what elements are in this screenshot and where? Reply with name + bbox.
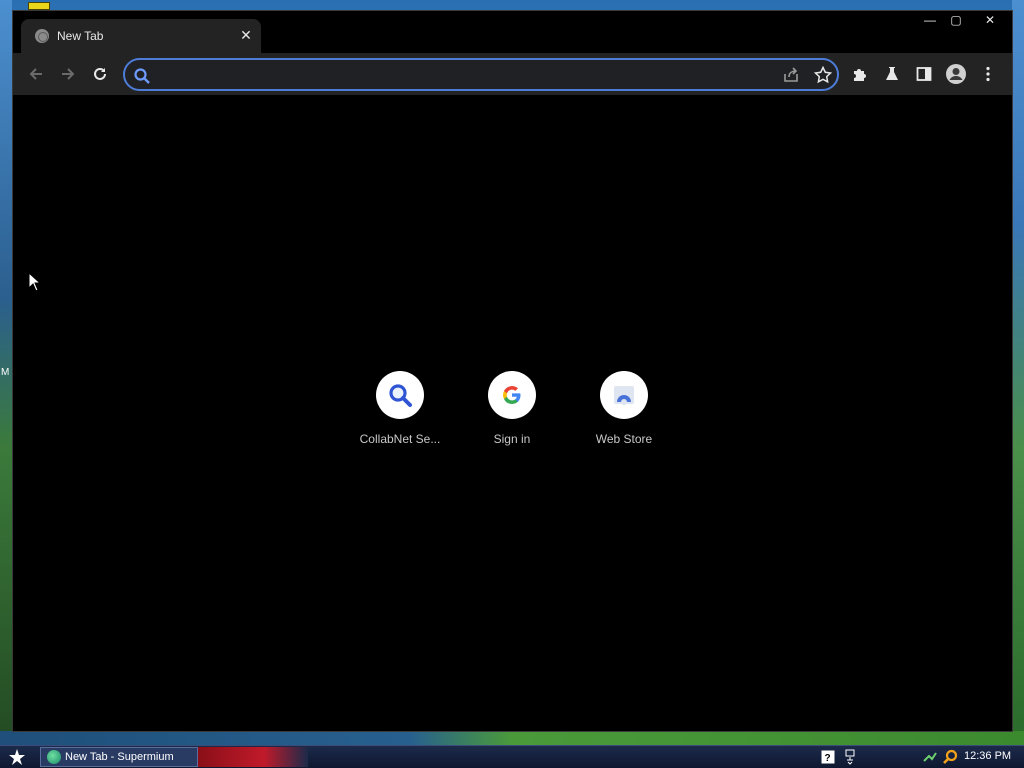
taskbar-item-browser[interactable]: New Tab - Supermium [40, 747, 198, 767]
close-window-button[interactable]: ✕ [975, 11, 1005, 31]
side-panel-icon [916, 67, 932, 81]
help-icon[interactable]: ? [820, 749, 836, 765]
desktop-edge-letter: M [1, 367, 10, 378]
shortcut-tile[interactable] [488, 371, 536, 419]
shortcut-label: CollabNet Se... [359, 432, 441, 446]
share-icon[interactable] [781, 65, 801, 85]
mouse-cursor-icon [28, 272, 42, 292]
arrow-right-icon [62, 68, 75, 80]
magnifier-icon [389, 384, 412, 407]
shortcut-label: Sign in [493, 432, 531, 446]
search-icon [134, 68, 150, 84]
browser-window: New Tab ✕ — ▢ ✕ CollabNet Se... Sign in … [12, 10, 1013, 732]
kebab-menu-icon [986, 66, 990, 82]
back-button[interactable] [23, 61, 49, 87]
google-g-icon [503, 386, 521, 404]
taskbar-wallpaper-strip [198, 747, 308, 767]
maximize-button[interactable]: ▢ [943, 11, 969, 31]
address-input[interactable] [155, 64, 775, 86]
puzzle-icon [854, 69, 866, 81]
desktop-icon[interactable] [28, 2, 50, 10]
profile-button[interactable] [943, 61, 969, 87]
shortcut-label: Web Store [595, 432, 653, 446]
tray-search-icon[interactable] [942, 749, 958, 765]
taskbar-item-label: New Tab - Supermium [65, 751, 174, 763]
desktop-wallpaper-right [1012, 0, 1024, 745]
reload-icon [94, 67, 106, 80]
tab-new-tab[interactable]: New Tab ✕ [21, 19, 261, 53]
start-button[interactable] [6, 747, 28, 767]
toolbar [13, 53, 1012, 95]
bookmark-star-icon[interactable] [813, 65, 833, 85]
network-icon[interactable] [842, 749, 858, 765]
tab-title: New Tab [57, 29, 104, 43]
tray-arrows-icon[interactable] [922, 749, 938, 765]
labs-button[interactable] [879, 61, 905, 87]
desktop-wallpaper-bottom [0, 731, 1024, 745]
shortcut-web-store[interactable]: Web Store [576, 371, 672, 451]
menu-button[interactable] [975, 61, 1001, 87]
system-clock[interactable]: 12:36 PM [964, 750, 1011, 762]
svg-text:?: ? [825, 753, 831, 764]
arrow-left-icon [29, 68, 42, 80]
tab-close-icon[interactable]: ✕ [237, 26, 255, 44]
minimize-button[interactable]: — [917, 11, 943, 31]
new-tab-page: CollabNet Se... Sign in Web Store [13, 95, 1012, 731]
extensions-button[interactable] [847, 61, 873, 87]
taskbar: New Tab - Supermium ? 12:36 PM [0, 745, 1024, 768]
shortcut-sign-in[interactable]: Sign in [464, 371, 560, 451]
profile-icon [946, 64, 966, 84]
globe-icon [35, 29, 49, 43]
reload-button[interactable] [87, 61, 113, 87]
flask-icon [886, 67, 898, 80]
star-icon [9, 749, 25, 765]
shortcut-tile[interactable] [376, 371, 424, 419]
supermium-icon [47, 750, 61, 764]
shortcut-collabnet-search[interactable]: CollabNet Se... [352, 371, 448, 451]
shortcut-tile[interactable] [600, 371, 648, 419]
side-panel-button[interactable] [911, 61, 937, 87]
title-bar[interactable]: New Tab ✕ — ▢ ✕ [13, 11, 1012, 53]
web-store-icon [614, 386, 634, 405]
forward-button[interactable] [55, 61, 81, 87]
address-bar[interactable] [123, 58, 839, 91]
